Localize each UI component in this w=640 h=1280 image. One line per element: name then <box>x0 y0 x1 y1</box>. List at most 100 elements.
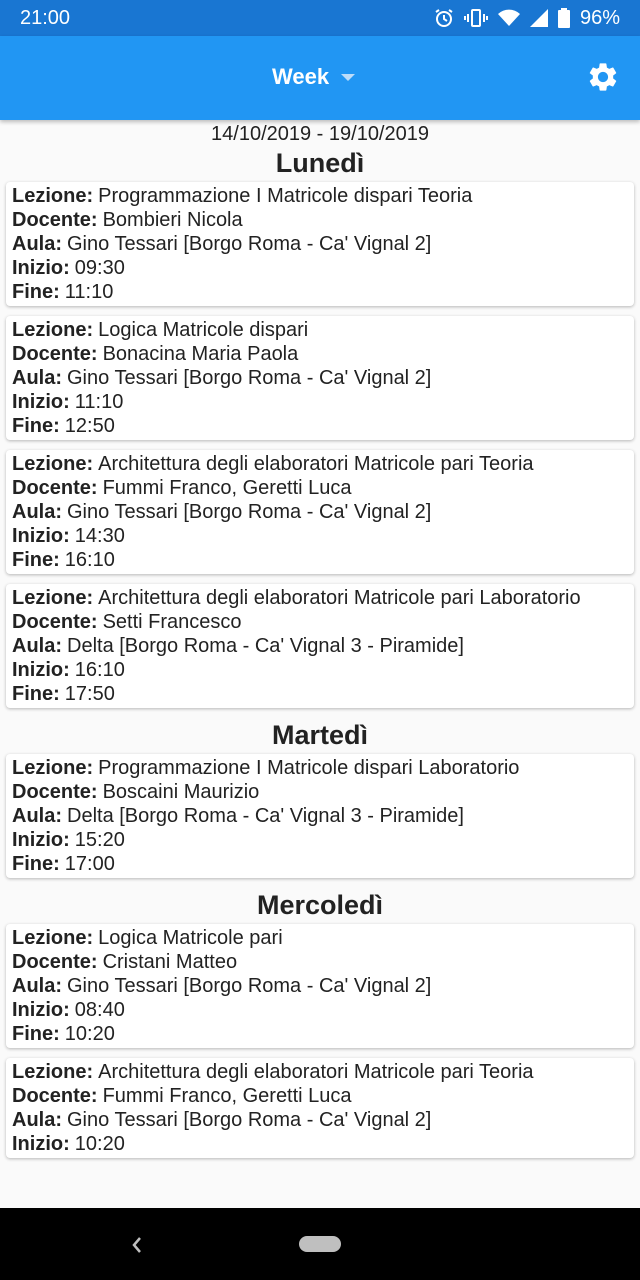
lesson-aula-label: Aula: <box>12 367 62 389</box>
lesson-inizio-value: 11:10 <box>74 391 124 413</box>
lesson-docente-value: Bonacina Maria Paola <box>102 343 299 365</box>
lesson-docente-value: Fummi Franco, Geretti Luca <box>102 477 352 499</box>
lesson-aula-value: Gino Tessari [Borgo Roma - Ca' Vignal 2] <box>67 975 432 997</box>
lesson-fine-value: 10:20 <box>64 1023 115 1045</box>
lesson-lezione-value: Architettura degli elaboratori Matricole… <box>98 1061 534 1083</box>
lesson-aula-row: Aula: Delta [Borgo Roma - Ca' Vignal 3 - … <box>12 634 628 658</box>
lesson-lezione-value: Logica Matricole pari <box>98 927 283 949</box>
lesson-aula-row: Aula: Gino Tessari [Borgo Roma - Ca' Vign… <box>12 232 628 256</box>
lesson-lezione-label: Lezione: <box>12 319 94 341</box>
lesson-inizio-row: Inizio: 08:40 <box>12 998 628 1022</box>
lesson-lezione-row: Lezione: Architettura degli elaboratori M… <box>12 1060 628 1084</box>
lesson-card[interactable]: Lezione: Architettura degli elaboratori M… <box>6 584 634 708</box>
battery-level: 96% <box>579 6 620 29</box>
battery-icon <box>557 8 570 28</box>
lesson-aula-label: Aula: <box>12 501 62 523</box>
lesson-inizio-value: 09:30 <box>74 257 125 279</box>
signal-icon <box>529 9 548 27</box>
lesson-inizio-value: 15:20 <box>74 829 125 851</box>
lesson-aula-row: Aula: Delta [Borgo Roma - Ca' Vignal 3 - … <box>12 804 628 828</box>
view-selector[interactable]: Week <box>272 64 356 90</box>
lesson-aula-label: Aula: <box>12 635 62 657</box>
lesson-lezione-row: Lezione: Architettura degli elaboratori M… <box>12 452 628 476</box>
lesson-docente-label: Docente: <box>12 611 98 633</box>
lesson-aula-label: Aula: <box>12 233 62 255</box>
lesson-card[interactable]: Lezione: Architettura degli elaboratori M… <box>6 450 634 574</box>
lesson-card[interactable]: Lezione: Logica Matricole dispari Docente:… <box>6 316 634 440</box>
lesson-fine-value: 16:10 <box>64 549 115 571</box>
lesson-docente-row: Docente: Bonacina Maria Paola <box>12 342 628 366</box>
lesson-inizio-row: Inizio: 16:10 <box>12 658 628 682</box>
lesson-inizio-row: Inizio: 10:20 <box>12 1132 628 1156</box>
lesson-inizio-label: Inizio: <box>12 257 70 279</box>
lesson-docente-value: Bombieri Nicola <box>102 209 243 231</box>
back-icon <box>132 1237 141 1253</box>
home-pill[interactable] <box>299 1236 341 1252</box>
lesson-fine-row: Fine: 17:50 <box>12 682 628 706</box>
lesson-lezione-label: Lezione: <box>12 1061 94 1083</box>
lesson-docente-label: Docente: <box>12 209 98 231</box>
lesson-lezione-label: Lezione: <box>12 757 94 779</box>
settings-button[interactable] <box>586 60 620 99</box>
week-range: 14/10/2019 - 19/10/2019 <box>211 123 429 145</box>
status-icons: 96% <box>434 7 620 30</box>
lesson-docente-value: Fummi Franco, Geretti Luca <box>102 1085 352 1107</box>
lesson-card[interactable]: Lezione: Programmazione I Matricole dispa… <box>6 754 634 878</box>
lesson-inizio-label: Inizio: <box>12 391 70 413</box>
lesson-docente-value: Setti Francesco <box>102 611 242 633</box>
lesson-inizio-label: Inizio: <box>12 659 70 681</box>
lesson-lezione-value: Programmazione I Matricole dispari Teori… <box>98 185 473 207</box>
lesson-fine-label: Fine: <box>12 683 60 705</box>
lesson-aula-value: Delta [Borgo Roma - Ca' Vignal 3 - Piram… <box>67 805 464 827</box>
lesson-fine-value: 17:00 <box>64 853 115 875</box>
caret-down-icon <box>341 73 356 81</box>
lesson-lezione-row: Lezione: Architettura degli elaboratori M… <box>12 586 628 610</box>
lesson-lezione-row: Lezione: Programmazione I Matricole dispa… <box>12 184 628 208</box>
lesson-aula-value: Gino Tessari [Borgo Roma - Ca' Vignal 2] <box>67 367 432 389</box>
lesson-fine-label: Fine: <box>12 853 60 875</box>
lesson-docente-label: Docente: <box>12 343 98 365</box>
lesson-lezione-row: Lezione: Logica Matricole dispari <box>12 318 628 342</box>
lesson-card[interactable]: Lezione: Architettura degli elaboratori M… <box>6 1058 634 1158</box>
lesson-docente-value: Boscaini Maurizio <box>102 781 260 803</box>
lesson-aula-value: Gino Tessari [Borgo Roma - Ca' Vignal 2] <box>67 233 432 255</box>
lesson-inizio-label: Inizio: <box>12 1133 70 1155</box>
app-bar: Week <box>0 36 640 120</box>
lesson-card[interactable]: Lezione: Programmazione I Matricole dispa… <box>6 182 634 306</box>
lesson-fine-value: 17:50 <box>64 683 115 705</box>
lesson-docente-label: Docente: <box>12 781 98 803</box>
lesson-docente-label: Docente: <box>12 477 98 499</box>
lesson-inizio-label: Inizio: <box>12 829 70 851</box>
lesson-fine-row: Fine: 12:50 <box>12 414 628 438</box>
lesson-card[interactable]: Lezione: Logica Matricole pari Docente: Cri… <box>6 924 634 1048</box>
lesson-aula-row: Aula: Gino Tessari [Borgo Roma - Ca' Vign… <box>12 500 628 524</box>
gear-icon <box>589 63 617 91</box>
wifi-icon <box>497 9 520 26</box>
lesson-fine-value: 12:50 <box>64 415 115 437</box>
lesson-lezione-row: Lezione: Logica Matricole pari <box>12 926 628 950</box>
lesson-docente-label: Docente: <box>12 1085 98 1107</box>
lesson-inizio-value: 10:20 <box>74 1133 125 1155</box>
lesson-fine-row: Fine: 11:10 <box>12 280 628 304</box>
lesson-inizio-value: 14:30 <box>74 525 125 547</box>
lesson-lezione-label: Lezione: <box>12 927 94 949</box>
lesson-aula-label: Aula: <box>12 975 62 997</box>
lesson-inizio-label: Inizio: <box>12 525 70 547</box>
vibrate-icon <box>463 9 488 27</box>
lesson-aula-value: Gino Tessari [Borgo Roma - Ca' Vignal 2] <box>67 501 432 523</box>
timetable-list[interactable]: 14/10/2019 - 19/10/2019 Lunedì Lezione: Pr… <box>0 120 640 1208</box>
lesson-docente-label: Docente: <box>12 951 98 973</box>
lesson-lezione-value: Architettura degli elaboratori Matricole… <box>98 453 534 475</box>
lesson-inizio-value: 16:10 <box>74 659 125 681</box>
lesson-aula-row: Aula: Gino Tessari [Borgo Roma - Ca' Vign… <box>12 1108 628 1132</box>
lesson-fine-label: Fine: <box>12 1023 60 1045</box>
lesson-docente-row: Docente: Bombieri Nicola <box>12 208 628 232</box>
lesson-docente-row: Docente: Boscaini Maurizio <box>12 780 628 804</box>
status-time: 21:00 <box>20 6 71 29</box>
lesson-docente-row: Docente: Setti Francesco <box>12 610 628 634</box>
back-button[interactable] <box>130 1236 144 1259</box>
lesson-fine-label: Fine: <box>12 549 60 571</box>
lesson-aula-label: Aula: <box>12 805 62 827</box>
lesson-docente-row: Docente: Fummi Franco, Geretti Luca <box>12 476 628 500</box>
lesson-fine-row: Fine: 10:20 <box>12 1022 628 1046</box>
